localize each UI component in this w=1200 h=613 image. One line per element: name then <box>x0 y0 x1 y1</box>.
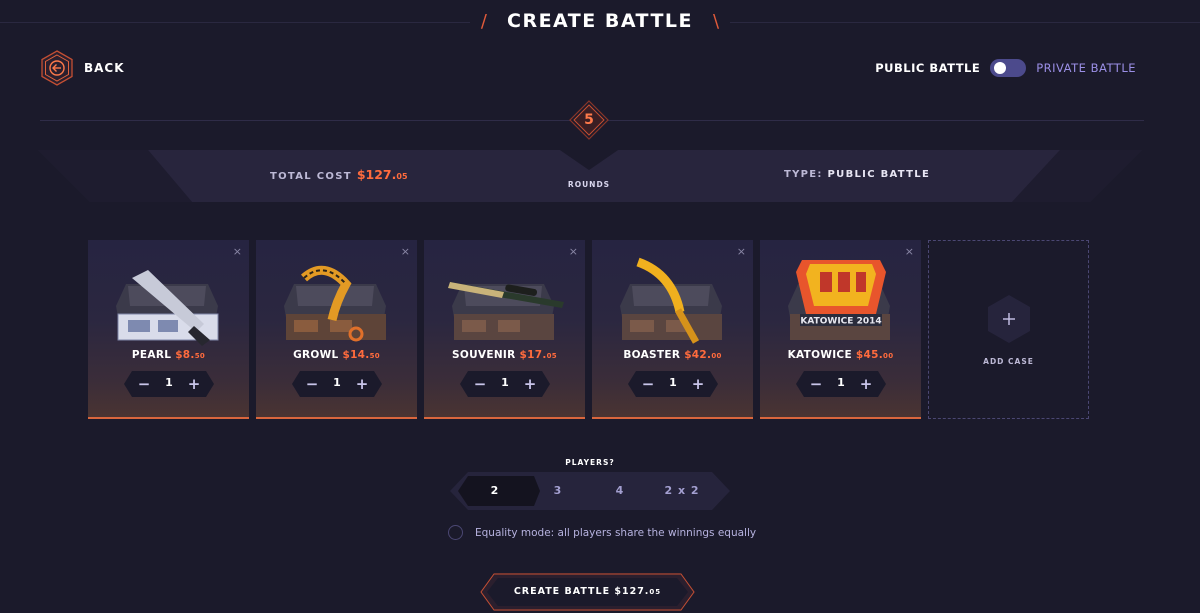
case-name: SOUVENIR $17.05 <box>452 349 557 361</box>
players-option-2x2[interactable]: 2 x 2 <box>662 484 702 497</box>
total-cost: TOTAL COST $127.05 <box>270 167 408 182</box>
equality-mode-label: Equality mode: all players share the win… <box>475 526 757 539</box>
plus-icon <box>988 295 1030 343</box>
battle-summary-bar <box>0 148 1200 202</box>
players-option-3[interactable]: 3 <box>538 484 578 497</box>
case-image <box>612 254 734 346</box>
battle-type-value: PUBLIC BATTLE <box>827 169 931 180</box>
quantity-value: 1 <box>165 376 173 389</box>
case-image <box>108 254 230 346</box>
page-header: / CREATE BATTLE \ <box>470 0 730 42</box>
public-battle-label[interactable]: PUBLIC BATTLE <box>875 61 980 75</box>
decrement-button[interactable]: − <box>807 375 825 393</box>
page-title: CREATE BATTLE <box>507 10 693 32</box>
total-cost-value: $127.05 <box>356 167 408 182</box>
battle-visibility-toggle: PUBLIC BATTLE PRIVATE BATTLE <box>875 59 1136 77</box>
visibility-switch[interactable] <box>990 59 1027 77</box>
decrement-button[interactable]: − <box>135 375 153 393</box>
rounds-label: ROUNDS <box>567 180 611 189</box>
case-image: KATOWICE 2014 <box>780 254 902 346</box>
title-slash-right: \ <box>713 10 720 32</box>
create-battle-label: CREATE BATTLE $127.05 <box>513 586 662 597</box>
title-slash-left: / <box>480 10 487 32</box>
case-card: × KATOWICE 2014 KATOWICE $45.00 − 1 + <box>760 240 921 419</box>
create-battle-button[interactable]: CREATE BATTLE $127.05 <box>480 573 695 611</box>
quantity-value: 1 <box>669 376 677 389</box>
decrement-button[interactable]: − <box>303 375 321 393</box>
battle-type-label: TYPE: <box>784 169 823 180</box>
case-card: × PEARL $8.50 − 1 + <box>88 240 249 419</box>
case-card: × SOUVENIR $17.05 − 1 + <box>424 240 585 419</box>
players-option-2[interactable]: 2 <box>475 484 515 497</box>
case-list: × PEARL $8.50 − 1 + × GROWL $14.50 − 1 +… <box>88 240 1089 419</box>
add-case-label: ADD CASE <box>983 357 1034 366</box>
increment-button[interactable]: + <box>353 375 371 393</box>
players-option-4[interactable]: 4 <box>600 484 640 497</box>
case-name: BOASTER $42.00 <box>623 349 722 361</box>
case-name: GROWL $14.50 <box>293 349 380 361</box>
remove-case-icon[interactable]: × <box>737 245 746 258</box>
players-label: PLAYERS? <box>565 458 615 467</box>
case-image <box>276 254 398 346</box>
private-battle-label[interactable]: PRIVATE BATTLE <box>1036 61 1136 75</box>
remove-case-icon[interactable]: × <box>233 245 242 258</box>
add-case-button[interactable]: ADD CASE <box>928 240 1089 419</box>
quantity-value: 1 <box>333 376 341 389</box>
increment-button[interactable]: + <box>521 375 539 393</box>
equality-mode-radio[interactable] <box>448 525 463 540</box>
battle-type: TYPE: PUBLIC BATTLE <box>784 169 930 180</box>
quantity-value: 1 <box>837 376 845 389</box>
equality-mode: Equality mode: all players share the win… <box>448 525 756 540</box>
case-name: KATOWICE $45.00 <box>787 349 894 361</box>
decrement-button[interactable]: − <box>639 375 657 393</box>
quantity-stepper: − 1 + <box>460 371 550 397</box>
quantity-stepper: − 1 + <box>292 371 382 397</box>
case-name: PEARL $8.50 <box>131 349 206 361</box>
increment-button[interactable]: + <box>185 375 203 393</box>
case-image <box>444 254 566 346</box>
decrement-button[interactable]: − <box>471 375 489 393</box>
arrow-left-icon <box>40 50 74 86</box>
quantity-stepper: − 1 + <box>796 371 886 397</box>
case-card: × BOASTER $42.00 − 1 + <box>592 240 753 419</box>
total-cost-label: TOTAL COST <box>270 171 352 182</box>
remove-case-icon[interactable]: × <box>905 245 914 258</box>
quantity-stepper: − 1 + <box>124 371 214 397</box>
back-button[interactable]: BACK <box>40 50 125 86</box>
players-selector: 2 3 4 2 x 2 <box>450 472 730 510</box>
back-label: BACK <box>84 61 125 75</box>
svg-text:KATOWICE 2014: KATOWICE 2014 <box>800 317 881 327</box>
increment-button[interactable]: + <box>857 375 875 393</box>
quantity-stepper: − 1 + <box>628 371 718 397</box>
switch-knob <box>994 62 1007 74</box>
rounds-count: 5 <box>584 112 594 128</box>
remove-case-icon[interactable]: × <box>401 245 410 258</box>
quantity-value: 1 <box>501 376 509 389</box>
remove-case-icon[interactable]: × <box>569 245 578 258</box>
increment-button[interactable]: + <box>689 375 707 393</box>
case-card: × GROWL $14.50 − 1 + <box>256 240 417 419</box>
